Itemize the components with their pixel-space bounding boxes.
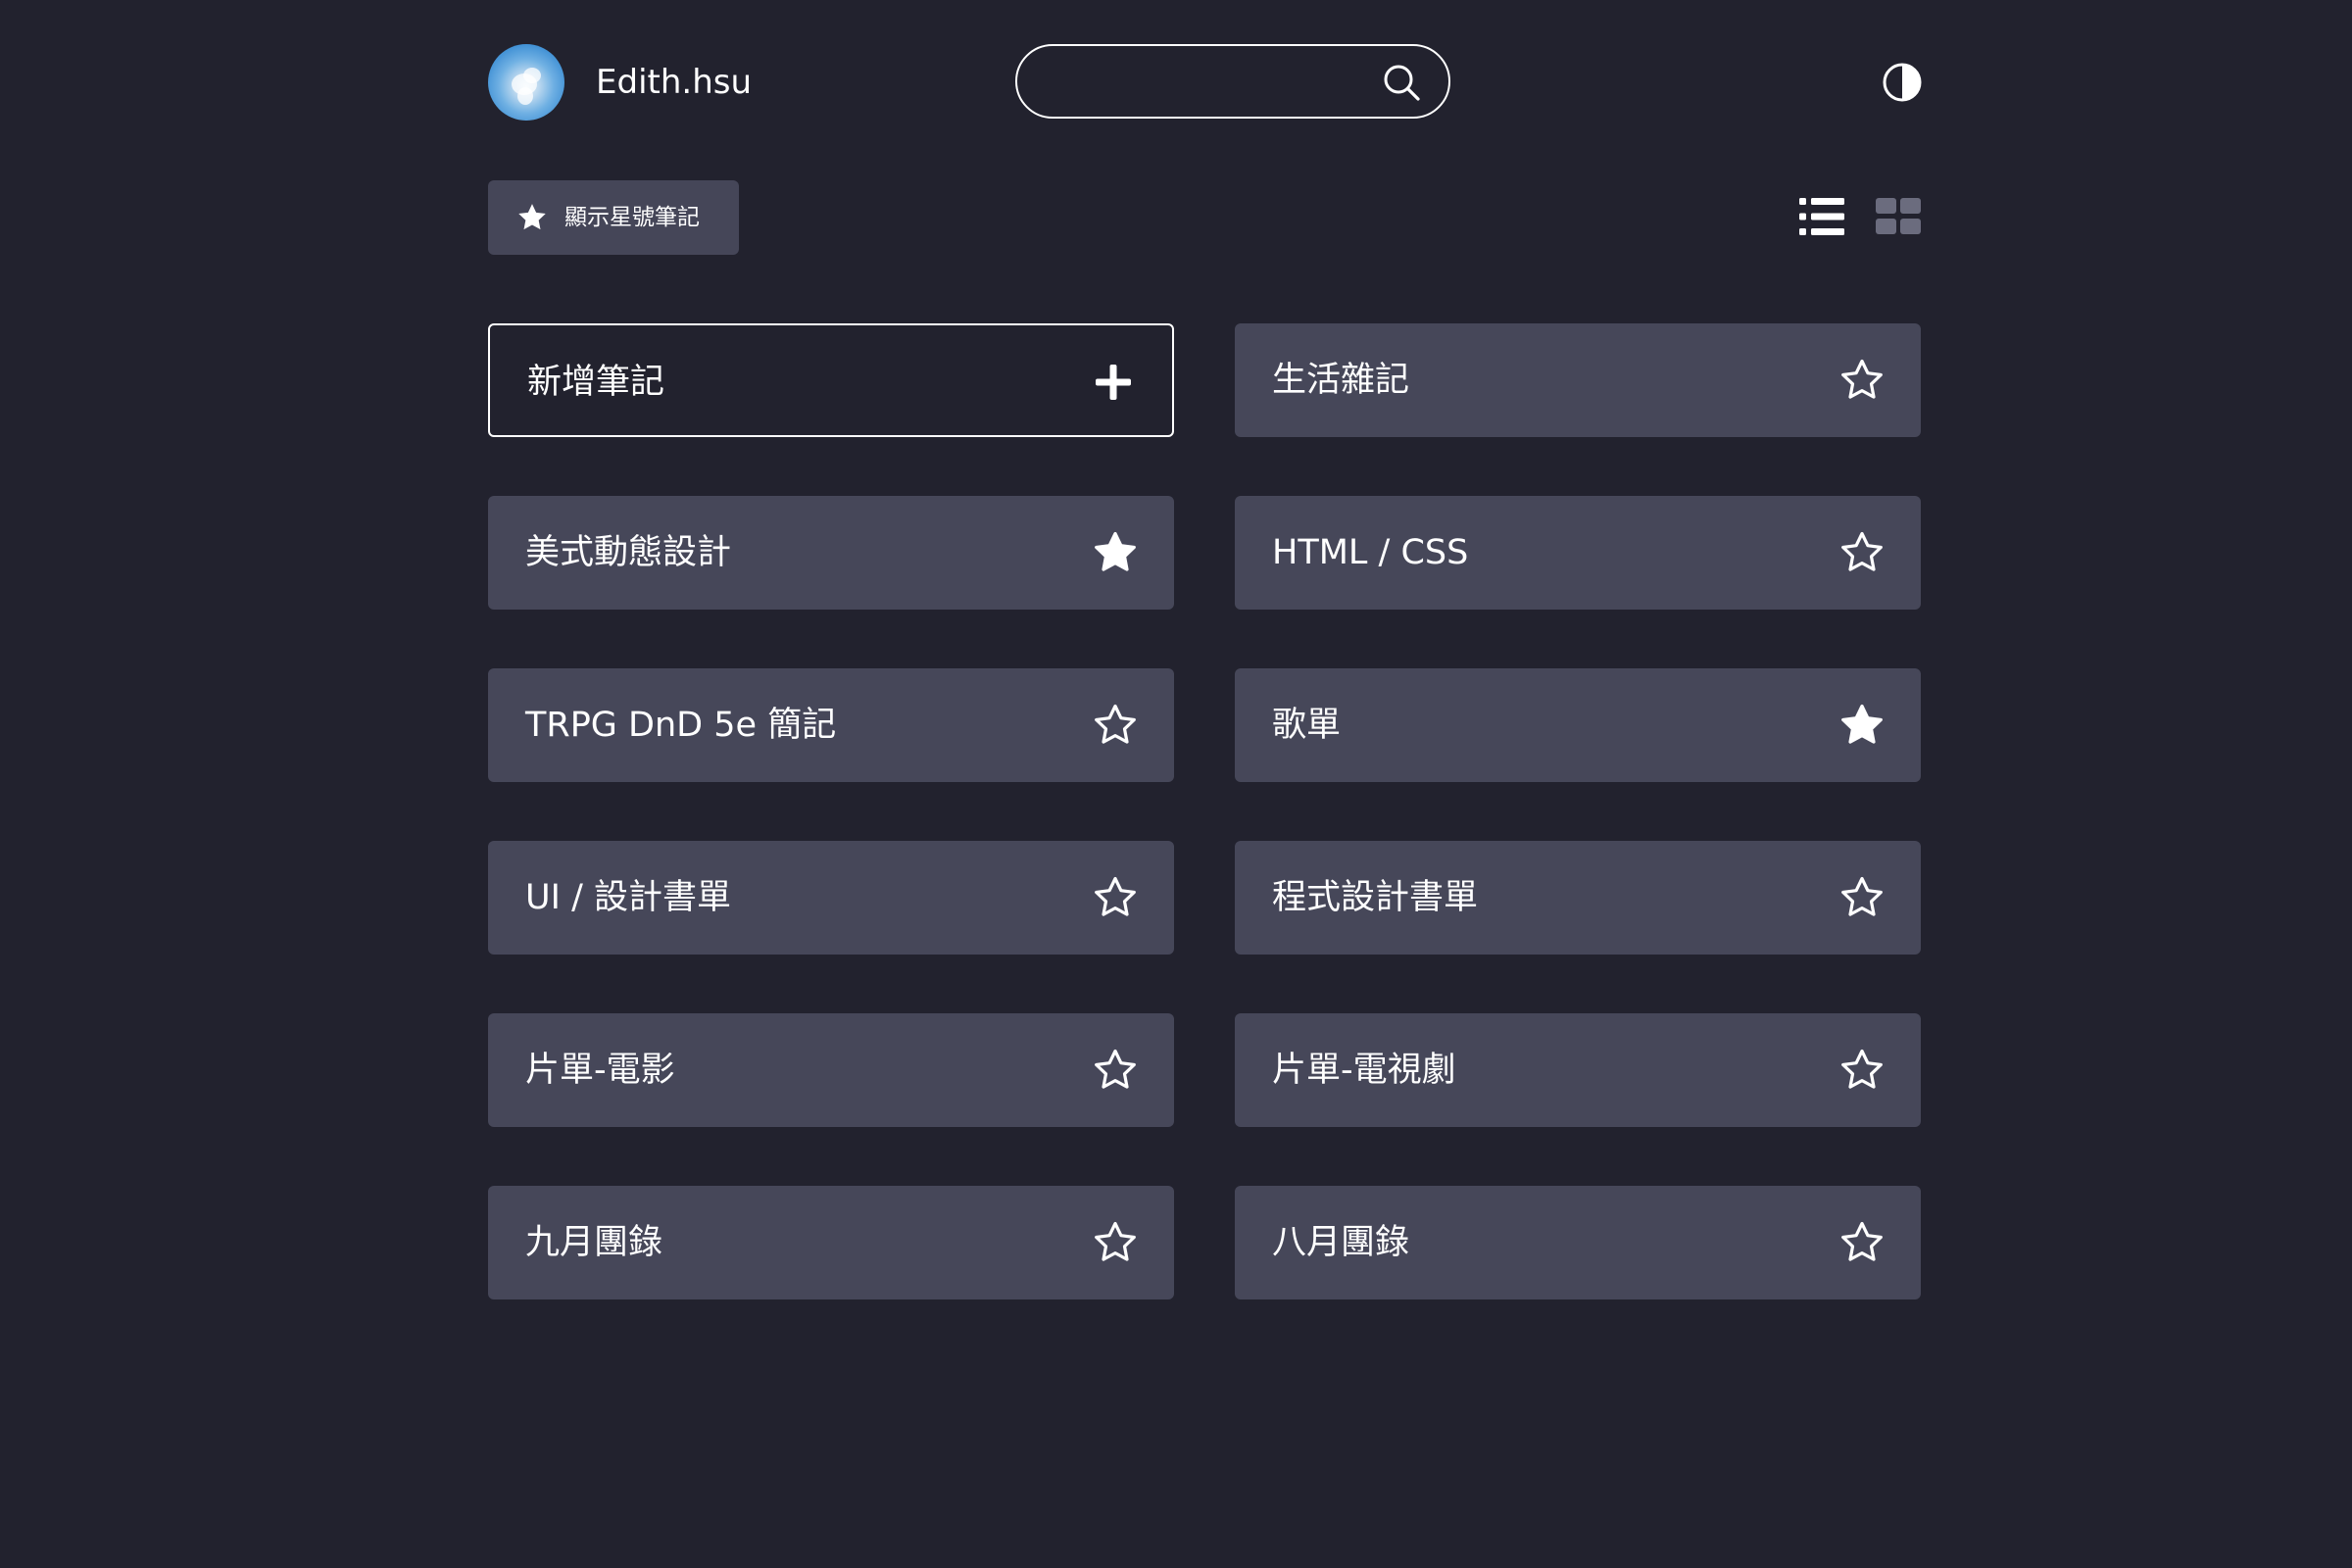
note-card[interactable]: 片單-電影: [488, 1013, 1174, 1127]
star-outline-icon[interactable]: [1092, 1219, 1139, 1266]
username[interactable]: Edith.hsu: [596, 60, 752, 105]
note-title: 八月團錄: [1272, 1223, 1410, 1262]
note-title: 生活雜記: [1272, 361, 1410, 400]
avatar[interactable]: [488, 44, 564, 121]
search-input[interactable]: [1047, 58, 1364, 107]
search-icon[interactable]: [1382, 63, 1421, 102]
note-title: 歌單: [1272, 706, 1342, 745]
note-card[interactable]: 九月團錄: [488, 1186, 1174, 1299]
search-box: [1015, 44, 1450, 119]
note-title: UI / 設計書單: [525, 878, 731, 917]
note-card[interactable]: 程式設計書單: [1235, 841, 1921, 955]
grid-view-icon[interactable]: [1876, 198, 1921, 235]
note-card[interactable]: 歌單: [1235, 668, 1921, 782]
note-card[interactable]: 片單-電視劇: [1235, 1013, 1921, 1127]
star-icon: [515, 201, 549, 234]
note-card[interactable]: 美式動態設計: [488, 496, 1174, 610]
note-title: HTML / CSS: [1272, 533, 1469, 572]
note-card[interactable]: HTML / CSS: [1235, 496, 1921, 610]
add-note-label: 新增筆記: [527, 363, 665, 402]
show-starred-button[interactable]: 顯示星號筆記: [488, 180, 739, 255]
star-outline-icon[interactable]: [1092, 874, 1139, 921]
note-title: 片單-電影: [525, 1051, 675, 1090]
note-title: 程式設計書單: [1272, 878, 1479, 917]
note-title: TRPG DnD 5e 簡記: [525, 706, 837, 745]
star-outline-icon[interactable]: [1838, 1047, 1886, 1094]
plus-icon: [1090, 359, 1137, 406]
star-outline-icon[interactable]: [1838, 529, 1886, 576]
header: Edith.hsu: [488, 42, 1923, 122]
list-view-icon[interactable]: [1799, 198, 1844, 235]
note-card[interactable]: UI / 設計書單: [488, 841, 1174, 955]
star-outline-icon[interactable]: [1092, 702, 1139, 749]
star-outline-icon[interactable]: [1838, 357, 1886, 404]
star-filled-icon[interactable]: [1838, 702, 1886, 749]
notes-grid: 新增筆記 生活雜記美式動態設計 HTML / CSS TRPG DnD 5e 簡記 歌…: [488, 323, 1923, 1299]
note-card[interactable]: 生活雜記: [1235, 323, 1921, 437]
note-title: 片單-電視劇: [1272, 1051, 1456, 1090]
star-outline-icon[interactable]: [1838, 1219, 1886, 1266]
star-outline-icon[interactable]: [1838, 874, 1886, 921]
theme-toggle-icon[interactable]: [1882, 62, 1923, 103]
note-title: 九月團錄: [525, 1223, 663, 1262]
note-card[interactable]: 八月團錄: [1235, 1186, 1921, 1299]
add-note-button[interactable]: 新增筆記: [488, 323, 1174, 437]
note-title: 美式動態設計: [525, 533, 732, 572]
star-outline-icon[interactable]: [1092, 1047, 1139, 1094]
show-starred-label: 顯示星號筆記: [564, 205, 700, 230]
notes-app: Edith.hsu 顯示星號筆記 新增筆記 生活雜記 美式動態設計 HTML /…: [0, 0, 2352, 1568]
star-filled-icon[interactable]: [1092, 529, 1139, 576]
note-card[interactable]: TRPG DnD 5e 簡記: [488, 668, 1174, 782]
